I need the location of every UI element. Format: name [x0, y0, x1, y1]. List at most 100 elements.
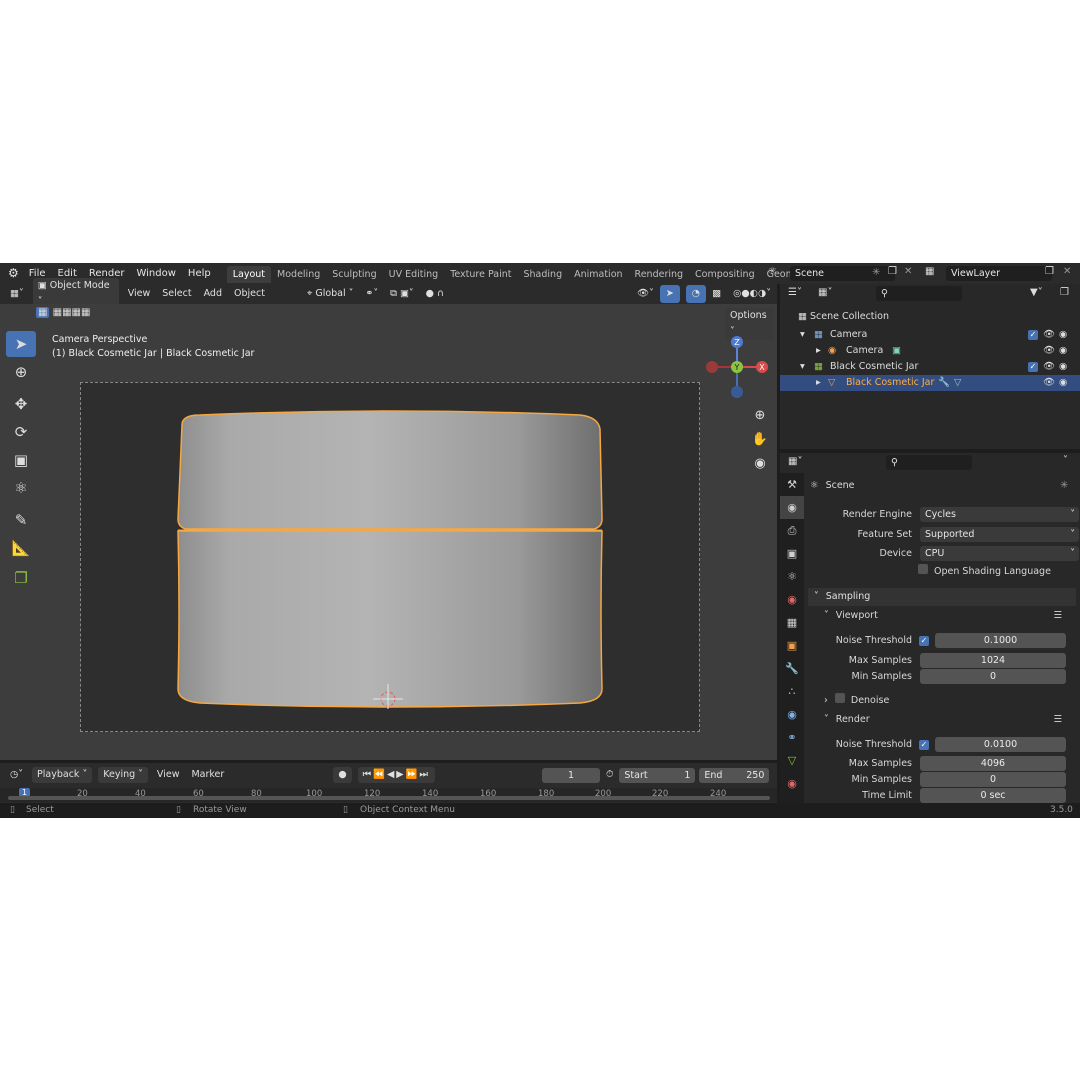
feature-set-dropdown[interactable]: Supported ˅	[920, 527, 1079, 542]
props-editor-icon[interactable]: ▦˅	[788, 456, 802, 467]
eye-icon[interactable]: 👁	[1043, 327, 1055, 343]
cursor-icon[interactable]: ⊕	[6, 359, 36, 385]
visibility-icon[interactable]: 👁˅	[631, 285, 660, 303]
menu-view[interactable]: View	[122, 285, 157, 303]
blender-logo-icon[interactable]: ⚙	[0, 263, 23, 284]
denoise-checkbox[interactable]	[834, 693, 845, 703]
scale-icon[interactable]: ▣	[6, 447, 36, 473]
expand-icon[interactable]: ▸	[816, 343, 821, 359]
view-layer-tab-icon[interactable]: ▣	[780, 542, 804, 565]
osl-row[interactable]: Open Shading Language	[918, 564, 1051, 580]
shading-modes-icon[interactable]: ◎●◐◑˅	[727, 285, 777, 303]
stopwatch-icon[interactable]: ⏱	[600, 766, 619, 784]
r-max-field[interactable]: 4096	[920, 756, 1066, 771]
render-tab-icon[interactable]: ◉	[780, 496, 804, 519]
denoise-subpanel-header[interactable]: › Denoise	[824, 693, 889, 709]
props-options-icon[interactable]: ˅	[1063, 455, 1068, 466]
viewport-subpanel-header[interactable]: ˅ Viewport ☰	[824, 608, 1076, 624]
tool-tab-icon[interactable]: ⚒	[780, 473, 804, 496]
add-cube-icon[interactable]: ❐	[6, 565, 36, 591]
osl-checkbox[interactable]	[918, 564, 928, 574]
gizmo-toggle-icon[interactable]: ➤	[659, 285, 680, 303]
display-mode-icon[interactable]: ▦˅	[818, 287, 832, 298]
keying-menu[interactable]: Keying ˅	[98, 767, 148, 783]
vp-noise-checkbox[interactable]: ✓	[919, 636, 929, 646]
include-checkbox[interactable]: ✓	[1028, 362, 1038, 372]
render-camera-icon[interactable]: ◉	[1059, 375, 1067, 391]
render-camera-icon[interactable]: ◉	[1059, 359, 1067, 375]
r-min-field[interactable]: 0	[920, 772, 1066, 787]
expand-icon[interactable]: ▾	[800, 327, 805, 343]
tab-uv-editing[interactable]: UV Editing	[383, 266, 445, 283]
rotate-icon[interactable]: ⟳	[6, 419, 36, 445]
eye-icon[interactable]: 👁	[1043, 359, 1055, 375]
vp-min-field[interactable]: 0	[920, 669, 1066, 684]
outliner-search-input[interactable]: ⚲	[876, 286, 962, 301]
delete-view-layer-icon[interactable]: ✕	[1063, 266, 1071, 277]
menu-add[interactable]: Add	[198, 285, 228, 303]
select-box-icon[interactable]: ➤	[6, 331, 36, 357]
r-noise-checkbox[interactable]: ✓	[919, 740, 929, 750]
zoom-icon[interactable]: ⊕	[750, 404, 770, 428]
proportional-edit-icon[interactable]: ● ∩	[420, 285, 450, 303]
editor-type-icon[interactable]: ▦˅	[0, 285, 30, 303]
world-tab-icon[interactable]: ◉	[780, 588, 804, 611]
render-subpanel-header[interactable]: ˅ Render ☰	[824, 712, 1076, 728]
overlay-toggle-icon[interactable]: ◔	[685, 285, 707, 303]
physics-tab-icon[interactable]: ◉	[780, 703, 804, 726]
xray-icon[interactable]: ▩	[706, 285, 727, 303]
tab-sculpting[interactable]: Sculpting	[326, 266, 382, 283]
render-camera-icon[interactable]: ◉	[1059, 327, 1067, 343]
menu-select[interactable]: Select	[156, 285, 197, 303]
navigation-gizmo[interactable]: Z Y X	[702, 332, 772, 402]
playback-menu[interactable]: Playback ˅	[32, 767, 93, 783]
constraints-tab-icon[interactable]: ⚭	[780, 726, 804, 749]
eye-icon[interactable]: 👁	[1043, 343, 1055, 359]
camera-view-icon[interactable]: ◉	[750, 452, 770, 476]
tab-shading[interactable]: Shading	[518, 266, 569, 283]
tab-compositing[interactable]: Compositing	[689, 266, 761, 283]
record-button[interactable]: ●	[333, 767, 352, 783]
collection-tab-icon[interactable]: ▦	[780, 611, 804, 634]
new-scene-icon[interactable]: ❐	[888, 266, 897, 277]
r-noise-field[interactable]: 0.0100	[935, 737, 1066, 752]
menu-window[interactable]: Window	[130, 263, 181, 284]
particles-tab-icon[interactable]: ∴	[780, 680, 804, 703]
jar-object[interactable]	[170, 409, 610, 709]
outliner-row-selected[interactable]: ▸ ▽ Black Cosmetic Jar 🔧 ▽ 👁 ◉	[780, 375, 1080, 391]
tab-texture-paint[interactable]: Texture Paint	[444, 266, 517, 283]
props-search-input[interactable]: ⚲	[886, 455, 972, 470]
outliner-row[interactable]: ▸ ◉ Camera ▣ 👁 ◉	[780, 343, 1080, 359]
outliner-row[interactable]: ▾ ▦ Camera ✓ 👁 ◉	[780, 327, 1080, 343]
filter-icon[interactable]: ▼˅	[1030, 287, 1043, 298]
new-view-layer-icon[interactable]: ❐	[1045, 266, 1054, 277]
outliner-row[interactable]: ▾ ▦ Black Cosmetic Jar ✓ 👁 ◉	[780, 359, 1080, 375]
move-icon[interactable]: ✥	[6, 391, 36, 417]
eye-icon[interactable]: 👁	[1043, 375, 1055, 391]
transform-icon[interactable]: ⚛	[6, 475, 36, 501]
props-pin-icon[interactable]: ✳	[1060, 480, 1068, 491]
vp-max-field[interactable]: 1024	[920, 653, 1066, 668]
timeline-view-menu[interactable]: View	[151, 766, 186, 784]
outliner-editor-icon[interactable]: ☰˅	[788, 287, 802, 298]
frame-ruler[interactable]: 1 20 40 60 80 100 120 140 160 180 200 22…	[0, 788, 777, 802]
playback-controls[interactable]: ⏮⏪◀▶⏩⏭	[357, 767, 435, 783]
menu-object[interactable]: Object	[228, 285, 271, 303]
end-frame-field[interactable]: End 250	[699, 767, 770, 783]
vp-noise-field[interactable]: 0.1000	[935, 633, 1066, 648]
3d-viewport[interactable]: ▦ ▦▦▦▦ Options ˅ Camera Perspective (1) …	[0, 304, 777, 760]
include-checkbox[interactable]: ✓	[1028, 330, 1038, 340]
data-tab-icon[interactable]: ▽	[780, 749, 804, 772]
expand-icon[interactable]: ▾	[800, 359, 805, 375]
expand-icon[interactable]: ▸	[816, 375, 821, 391]
view-layer-field[interactable]: ViewLayer	[946, 266, 1052, 281]
measure-icon[interactable]: 📐	[6, 535, 36, 561]
output-tab-icon[interactable]: ⎙	[780, 519, 804, 542]
presets-icon[interactable]: ☰	[1053, 712, 1062, 728]
orientation-dropdown[interactable]: ⌖ Global ˅	[301, 285, 359, 303]
start-frame-field[interactable]: Start 1	[619, 767, 696, 783]
render-camera-icon[interactable]: ◉	[1059, 343, 1067, 359]
material-tab-icon[interactable]: ◉	[780, 772, 804, 795]
timeline-scrollbar[interactable]	[8, 796, 770, 800]
scene-tab-icon[interactable]: ⚛	[780, 565, 804, 588]
